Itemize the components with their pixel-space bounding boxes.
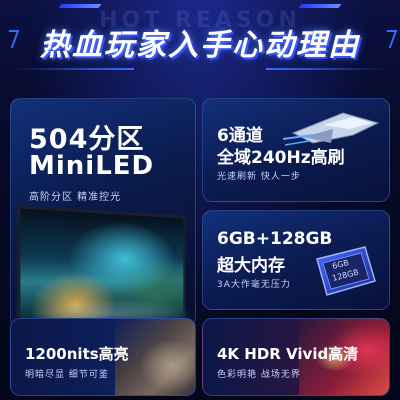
feature-card-miniled: 504分区 MiniLED 高阶分区 精准控光 — [10, 98, 196, 328]
promo-page: HOT REASON 热血玩家入手心动理由 504分区 MiniLED 高阶分区… — [0, 0, 400, 400]
feature-title: 4K HDR Vivid高清 — [217, 345, 359, 363]
feature-title: MiniLED — [29, 151, 155, 181]
feature-title: 6GB+128GB — [217, 229, 333, 249]
feature-title: 全域240Hz高刷 — [217, 148, 345, 168]
feature-card-brightness: 1200nits高亮 明暗尽显 细节可鉴 — [10, 318, 196, 396]
feature-card-memory: 6GB 128GB 6GB+128GB 超大内存 3A大作毫无压力 — [202, 210, 390, 310]
feature-subtitle: 3A大作毫无压力 — [217, 280, 291, 290]
feature-subtitle: 光速刷新 快人一步 — [217, 172, 301, 182]
feature-card-refresh-rate: 6通道 全域240Hz高刷 光速刷新 快人一步 — [202, 98, 390, 202]
decoration-line — [266, 68, 386, 70]
feature-subtitle: 高阶分区 精准控光 — [29, 192, 122, 203]
header: HOT REASON 热血玩家入手心动理由 — [0, 0, 400, 88]
feature-subtitle: 色彩明艳 战场无界 — [217, 370, 301, 380]
decoration-line — [14, 68, 134, 70]
feature-title: 超大内存 — [217, 256, 285, 276]
feature-title: 1200nits高亮 — [25, 345, 129, 363]
feature-card-hdr: 4K HDR Vivid高清 色彩明艳 战场无界 — [202, 318, 390, 396]
page-title: 热血玩家入手心动理由 — [40, 28, 360, 63]
memory-chip-icon: 6GB 128GB — [316, 246, 376, 296]
feature-subtitle: 明暗尽显 细节可鉴 — [25, 370, 109, 380]
